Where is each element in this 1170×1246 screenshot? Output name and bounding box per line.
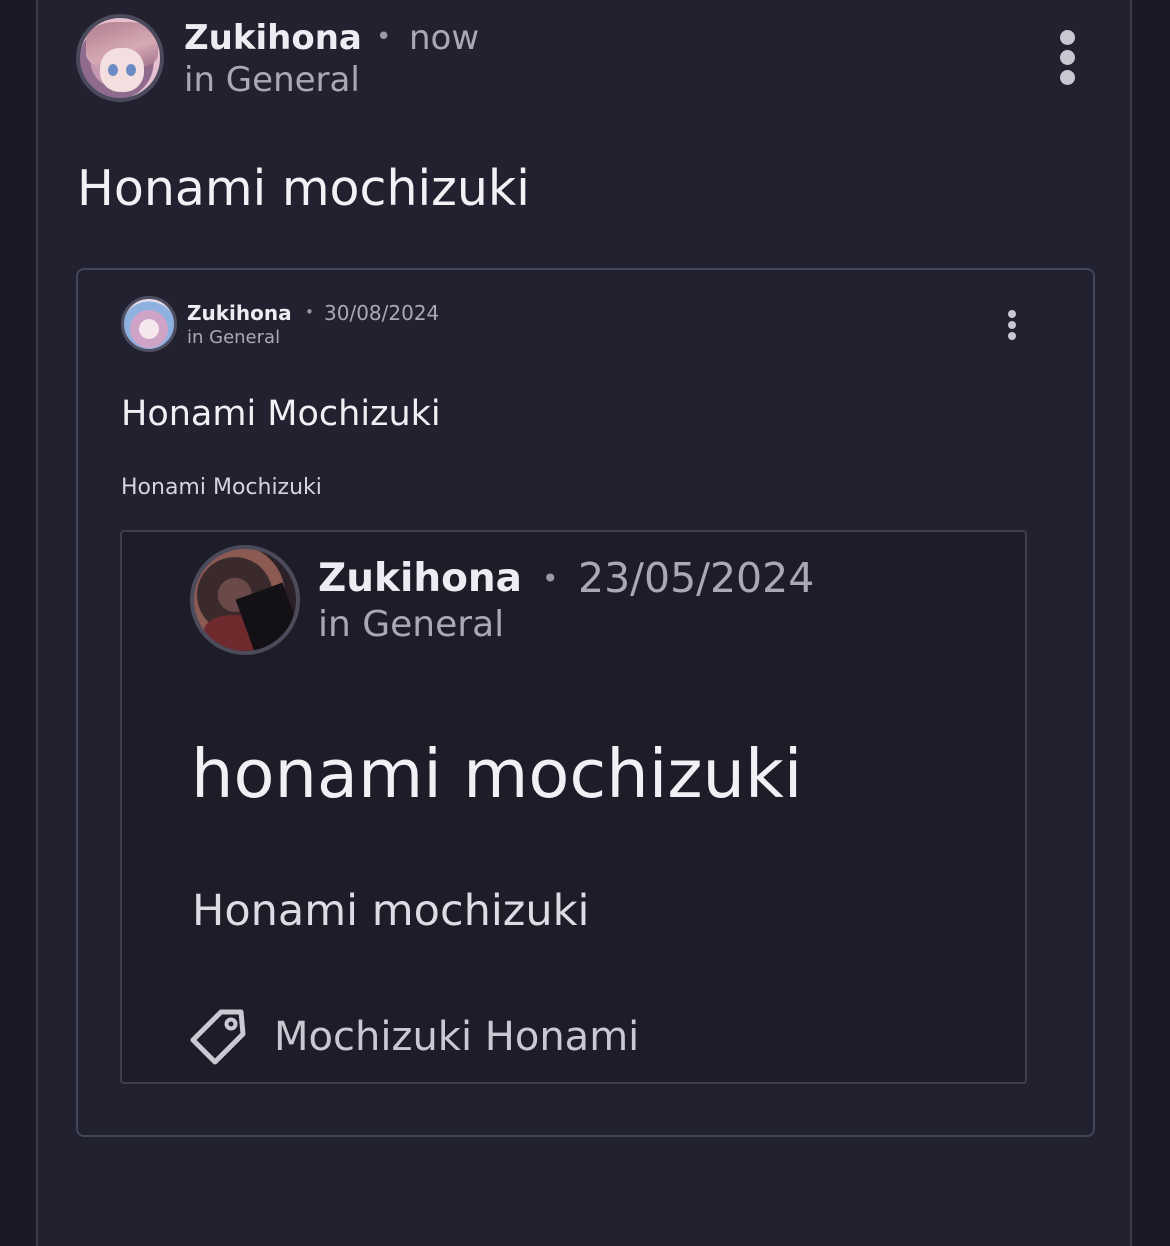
more-vertical-icon[interactable] xyxy=(1004,308,1020,342)
meta-separator: • xyxy=(305,303,314,321)
more-vertical-icon[interactable] xyxy=(1052,28,1084,88)
nested-author-avatar[interactable] xyxy=(190,545,300,655)
tag-icon xyxy=(190,1009,246,1065)
post-category[interactable]: in General xyxy=(184,60,360,100)
embed-author-avatar[interactable] xyxy=(121,296,177,352)
author-avatar[interactable] xyxy=(76,14,164,102)
embed-author-name[interactable]: Zukihona xyxy=(187,301,292,325)
avatar-eye xyxy=(108,64,118,76)
embed-body: Honami Mochizuki xyxy=(121,475,322,500)
nested-author-name[interactable]: Zukihona xyxy=(318,556,522,601)
dot xyxy=(1060,30,1075,45)
post-time: now xyxy=(409,18,480,58)
avatar-face xyxy=(100,48,144,92)
author-name[interactable]: Zukihona xyxy=(184,18,362,58)
embed-date: 30/08/2024 xyxy=(324,301,440,325)
dot xyxy=(1008,310,1016,318)
embed-category[interactable]: in General xyxy=(187,327,280,348)
meta-separator: • xyxy=(542,562,559,595)
dot xyxy=(1060,50,1075,65)
tag-label[interactable]: Mochizuki Honami xyxy=(274,1014,639,1060)
meta-separator: • xyxy=(376,22,392,52)
embed-title: Honami Mochizuki xyxy=(121,394,441,434)
nested-title: honami mochizuki xyxy=(191,735,803,813)
post-title: Honami mochizuki xyxy=(77,160,530,217)
dot xyxy=(1008,321,1016,329)
dot xyxy=(1008,332,1016,340)
nested-date: 23/05/2024 xyxy=(578,554,815,602)
avatar-eye xyxy=(126,64,136,76)
nested-category[interactable]: in General xyxy=(318,604,504,645)
nested-body: Honami mochizuki xyxy=(192,886,590,936)
dot xyxy=(1060,70,1075,85)
